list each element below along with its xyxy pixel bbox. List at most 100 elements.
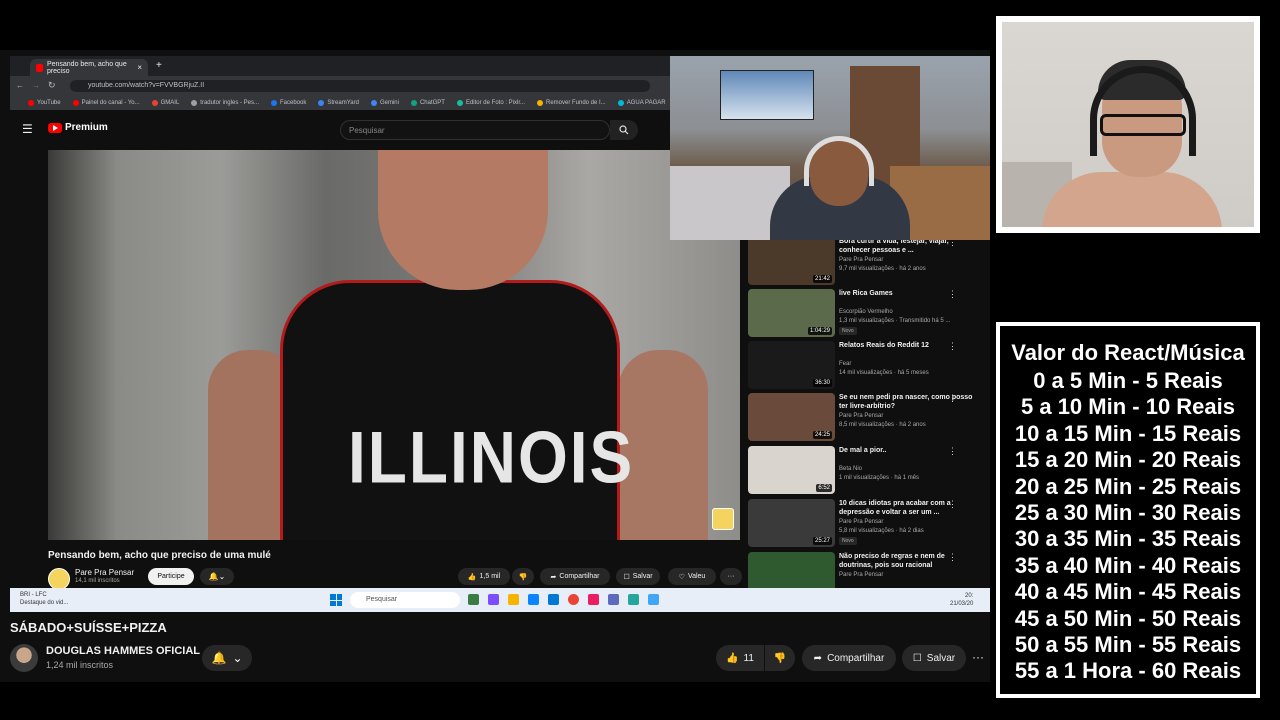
forward-arrow-icon[interactable]: → — [32, 81, 40, 90]
bookmark-icon — [318, 100, 325, 106]
store-icon[interactable] — [548, 594, 559, 605]
inner-channel-name[interactable]: Pare Pra Pensar — [75, 568, 134, 577]
suggested-channel[interactable]: Pare Pra Pensar — [839, 257, 883, 263]
bookmark-item[interactable]: AGUA PAGAR — [617, 100, 666, 106]
bell-icon: 🔔 — [208, 572, 219, 581]
windows-start-icon[interactable] — [330, 594, 342, 606]
more-vert-icon[interactable]: ⋮ — [948, 446, 957, 457]
reload-icon[interactable]: ↻ — [48, 80, 56, 91]
suggested-thumbnail[interactable]: 6:52 — [748, 446, 835, 494]
suggested-thumbnail[interactable]: 25:27 — [748, 499, 835, 547]
inner-share-label: Compartilhar — [559, 573, 600, 580]
suggested-thumbnail[interactable]: 21:42 — [748, 237, 835, 285]
suggested-thumbnail[interactable]: 36:30 — [748, 341, 835, 389]
main-save-button[interactable]: ☐ Salvar — [902, 645, 966, 671]
bookmark-icon — [456, 100, 463, 106]
menu-icon[interactable]: ☰ — [22, 122, 33, 136]
main-channel-name[interactable]: DOUGLAS HAMMES OFICIAL — [46, 645, 200, 657]
bookmark-item[interactable]: YouTube — [28, 100, 61, 106]
suggested-video[interactable]: 24:25 Se eu nem pedi pra nascer, como pos… — [748, 393, 988, 441]
new-badge: Novo — [839, 327, 857, 335]
inner-youtube-header: ☰ Premium Pesquisar — [10, 110, 670, 150]
bookmark-item[interactable]: Remover Fundo de I... — [537, 100, 606, 106]
bookmark-item[interactable]: StreamYard — [318, 100, 359, 106]
suggested-video[interactable]: 6:52 De mal a pior.. Beta Nio 1 mil visuali… — [748, 446, 988, 494]
suggested-thumbnail[interactable] — [748, 552, 835, 588]
suggested-views: 9,7 mil visualizações · há 2 anos — [839, 266, 926, 272]
price-row: 25 a 30 Min - 30 Reais — [1014, 500, 1242, 525]
suggested-video[interactable]: 21:42 Bora curtir a vida, festejar, viaja… — [748, 237, 988, 285]
suggested-channel[interactable]: Pare Pra Pensar — [839, 519, 883, 525]
more-vert-icon[interactable]: ⋮ — [948, 393, 957, 404]
folder-icon[interactable] — [508, 594, 519, 605]
suggested-channel[interactable]: Beta Nio — [839, 466, 862, 472]
suggested-video[interactable]: 36:30 Relatos Reais do Reddit 12 Fear 14 mi… — [748, 341, 988, 389]
taskbar-clock[interactable]: 20: 21/03/20 — [950, 592, 973, 608]
bookmark-item[interactable]: tradutor ingles - Pes... — [191, 100, 259, 106]
bookmark-item[interactable]: Editor de Foto : Pixlr... — [456, 100, 525, 106]
more-vert-icon[interactable]: ⋮ — [948, 552, 957, 563]
suggested-channel[interactable]: Pare Pra Pensar — [839, 413, 883, 419]
inner-thanks-button[interactable]: ♡ Valeu — [668, 568, 716, 585]
taskbar-app-icon[interactable] — [608, 594, 619, 605]
more-vert-icon[interactable]: ⋮ — [948, 289, 957, 300]
taskbar-app-icon[interactable] — [468, 594, 479, 605]
main-notification-bell[interactable]: 🔔 ⌄ — [202, 645, 252, 671]
chevron-down-icon: ⌄ — [232, 651, 243, 665]
main-dislike-button[interactable]: 👎 — [765, 645, 795, 671]
price-row: 20 a 25 Min - 25 Reais — [1014, 473, 1242, 499]
suggested-channel[interactable]: Pare Pra Pensar — [839, 572, 883, 578]
new-badge: Novo — [839, 537, 857, 545]
suggested-channel[interactable]: Escorpião Vermelho — [839, 309, 893, 315]
browser-tab[interactable]: Pensando bem, acho que preciso × — [30, 59, 148, 76]
taskbar-widget[interactable]: BRI - LFC Destaque do vid... — [20, 591, 68, 607]
bookmark-item[interactable]: Painel do canal - Yo... — [72, 100, 140, 106]
join-button[interactable]: Participe — [148, 568, 194, 585]
taskbar-app-icon[interactable] — [628, 594, 639, 605]
taskbar-app-icon[interactable] — [588, 594, 599, 605]
bookmark-item[interactable]: Facebook — [271, 100, 306, 106]
inner-notification-bell[interactable]: 🔔 ⌄ — [200, 568, 234, 585]
more-vert-icon[interactable]: ⋮ — [948, 499, 957, 510]
bookmark-icon — [28, 100, 34, 106]
host-webcam — [1002, 22, 1254, 227]
url-field[interactable]: youtube.com/watch?v=FVVBGRjuZ.II — [70, 80, 650, 92]
search-button[interactable] — [610, 120, 638, 140]
suggested-video[interactable]: 1:04:29 live Rica Games Escorpião Vermelho… — [748, 289, 988, 337]
suggested-thumbnail[interactable]: 1:04:29 — [748, 289, 835, 337]
inner-like-button[interactable]: 👍 1,5 mil — [458, 568, 510, 585]
bookmark-icon — [537, 100, 543, 106]
inner-save-button[interactable]: ☐ Salvar — [616, 568, 660, 585]
taskbar-app-icon[interactable] — [488, 594, 499, 605]
edge-icon[interactable] — [528, 594, 539, 605]
bookmark-item[interactable]: Gemini — [370, 100, 399, 106]
lightbulb-icon[interactable] — [712, 508, 734, 530]
bookmark-item[interactable]: GMAIL — [151, 100, 179, 106]
video-duration: 25:27 — [812, 537, 832, 545]
bookmark-item[interactable]: ChatGPT — [410, 100, 445, 106]
taskbar-app-icon[interactable] — [648, 594, 659, 605]
suggested-thumbnail[interactable]: 24:25 — [748, 393, 835, 441]
main-like-button[interactable]: 👍 11 — [716, 645, 764, 671]
taskbar-search[interactable]: Pesquisar — [350, 592, 460, 608]
youtube-premium-logo[interactable]: Premium — [48, 122, 108, 133]
address-bar: ← → ↻ youtube.com/watch?v=FVVBGRjuZ.II — [10, 76, 670, 96]
tab-close-icon[interactable]: × — [137, 63, 142, 72]
suggested-video[interactable]: 25:27 10 dicas idiotas pra acabar com a d… — [748, 499, 988, 547]
chrome-icon[interactable] — [568, 594, 579, 605]
price-title: Valor do React/Música — [1011, 340, 1245, 365]
main-channel-avatar[interactable] — [10, 644, 38, 672]
inner-channel-avatar[interactable] — [48, 568, 70, 590]
back-arrow-icon[interactable]: ← — [16, 81, 24, 90]
main-more-button[interactable]: ··· — [972, 650, 984, 664]
inner-video-player[interactable]: ILLINOIS — [48, 150, 740, 540]
suggested-video[interactable]: Não preciso de regras e nem de doutrinas… — [748, 552, 988, 588]
more-vert-icon[interactable]: ⋮ — [948, 341, 957, 352]
inner-search-input[interactable]: Pesquisar — [340, 120, 610, 140]
suggested-channel[interactable]: Fear — [839, 361, 851, 367]
inner-more-button[interactable]: ··· — [720, 568, 742, 585]
inner-share-button[interactable]: ➦ Compartilhar — [540, 568, 610, 585]
inner-dislike-button[interactable]: 👎 — [512, 568, 534, 585]
main-share-button[interactable]: ➦ Compartilhar — [802, 645, 896, 671]
new-tab-button[interactable]: + — [156, 60, 162, 71]
